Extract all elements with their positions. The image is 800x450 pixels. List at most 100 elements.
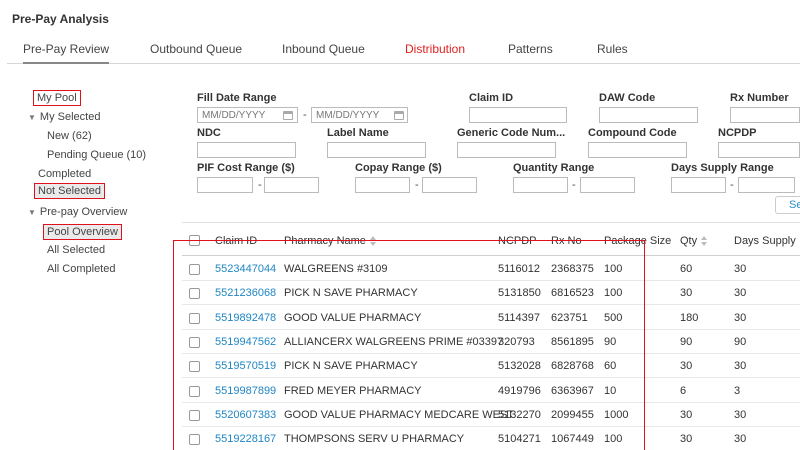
package-size-cell: 500 <box>604 311 623 324</box>
days-supply-max-input[interactable] <box>738 177 795 193</box>
tab-inbound-queue[interactable]: Inbound Queue <box>282 42 365 56</box>
table-row[interactable]: 5521236068 PICK N SAVE PHARMACY 5131850 681… <box>182 281 800 306</box>
rx-number-label: Rx Number <box>730 92 789 104</box>
sidebar-item-label: My Selected <box>39 111 101 123</box>
tab-rules[interactable]: Rules <box>597 42 628 56</box>
table-row[interactable]: 5520607383 GOOD VALUE PHARMACY MEDCARE WE… <box>182 403 800 427</box>
table-row[interactable]: 5519228167 THOMPSONS SERV U PHARMACY 51042… <box>182 427 800 450</box>
sort-icon[interactable] <box>701 236 708 247</box>
range-dash: - <box>303 109 307 121</box>
claim-id-link[interactable]: 5523447044 <box>215 263 276 275</box>
quantity-max-input[interactable] <box>580 177 635 193</box>
label-name-input[interactable] <box>327 142 426 158</box>
range-dash: - <box>258 179 262 191</box>
claim-id-link[interactable]: 5519570519 <box>215 360 276 372</box>
qty-cell: 30 <box>680 433 693 446</box>
table-row[interactable]: 5523447044 WALGREENS #3109 5116012 2368375 1… <box>182 257 800 281</box>
sidebar-item-all-selected[interactable]: All Selected <box>47 244 105 256</box>
ncpdp-cell: 5114397 <box>498 311 541 324</box>
sidebar-item-label: Pre-pay Overview <box>39 206 128 218</box>
page-title: Pre-Pay Analysis <box>12 12 109 26</box>
copay-max-input[interactable] <box>422 177 477 193</box>
range-dash: - <box>730 179 734 191</box>
sidebar-item-completed[interactable]: Completed <box>38 168 91 180</box>
column-header-claim-id[interactable]: Claim ID <box>215 235 257 247</box>
quantity-min-input[interactable] <box>513 177 568 193</box>
tab-pre-pay-review[interactable]: Pre-Pay Review <box>23 42 110 64</box>
row-checkbox[interactable] <box>189 385 200 397</box>
claim-id-link[interactable]: 5520607383 <box>215 409 276 421</box>
column-header-pharmacy-name[interactable]: Pharmacy Name <box>284 235 377 247</box>
tab-patterns[interactable]: Patterns <box>508 42 553 56</box>
select-all-checkbox[interactable] <box>189 235 200 246</box>
claim-id-link[interactable]: 5519892478 <box>215 312 276 324</box>
rx-number-input[interactable] <box>730 107 800 123</box>
fill-date-range-label: Fill Date Range <box>197 92 277 104</box>
claim-id-link[interactable]: 5519947562 <box>215 336 276 348</box>
qty-cell: 180 <box>680 311 699 324</box>
days-supply-min-input[interactable] <box>671 177 726 193</box>
row-checkbox[interactable] <box>189 264 200 275</box>
column-header-label: Pharmacy Name <box>284 235 366 247</box>
days-supply-cell: 30 <box>734 311 747 324</box>
sidebar-item-my-selected[interactable]: ▼ My Selected <box>28 111 100 123</box>
rx-no-cell: 623751 <box>551 311 588 324</box>
sidebar-item-prepay-overview[interactable]: ▼ Pre-pay Overview <box>28 206 127 218</box>
tab-distribution[interactable]: Distribution <box>405 42 465 56</box>
sidebar-item-pending-queue[interactable]: Pending Queue (10) <box>47 149 146 161</box>
column-header-days-supply[interactable]: Days Supply <box>734 235 796 247</box>
days-supply-cell: 30 <box>734 433 747 446</box>
pif-cost-max-input[interactable] <box>264 177 319 193</box>
row-checkbox[interactable] <box>189 409 200 421</box>
pharmacy-name-cell: WALGREENS #3109 <box>284 263 388 275</box>
table-row[interactable]: 5519570519 PICK N SAVE PHARMACY 5132028 682… <box>182 354 800 379</box>
caret-down-icon: ▼ <box>28 208 36 217</box>
sort-icon[interactable] <box>369 236 377 247</box>
calendar-icon[interactable] <box>283 111 293 120</box>
claim-id-link[interactable]: 5519228167 <box>215 433 276 445</box>
pharmacy-name-cell: GOOD VALUE PHARMACY <box>284 311 422 324</box>
ncpdp-cell: 5132028 <box>498 360 541 373</box>
row-checkbox[interactable] <box>189 361 200 373</box>
row-checkbox[interactable] <box>189 434 200 446</box>
copay-min-input[interactable] <box>355 177 410 193</box>
sidebar-item-pool-overview[interactable]: Pool Overview <box>43 224 122 240</box>
sidebar-item-new[interactable]: New (62) <box>47 130 92 142</box>
range-dash: - <box>572 179 576 191</box>
row-checkbox[interactable] <box>189 312 200 324</box>
table-row[interactable]: 5519892478 GOOD VALUE PHARMACY 5114397 6237… <box>182 306 800 330</box>
package-size-cell: 100 <box>604 263 623 275</box>
claim-id-link[interactable]: 5519987899 <box>215 385 276 397</box>
sidebar-item-all-completed[interactable]: All Completed <box>47 263 115 275</box>
rx-no-cell: 6828768 <box>551 360 594 373</box>
ndc-input[interactable] <box>197 142 296 158</box>
quantity-range-label: Quantity Range <box>513 162 595 174</box>
claim-id-input[interactable] <box>469 107 567 123</box>
ncpdp-cell: 4919796 <box>498 384 541 397</box>
calendar-icon[interactable] <box>394 111 404 120</box>
claim-id-link[interactable]: 5521236068 <box>215 287 276 299</box>
ncpdp-input[interactable] <box>718 142 800 158</box>
claim-id-label: Claim ID <box>469 92 514 104</box>
package-size-cell: 100 <box>604 287 623 300</box>
pif-cost-min-input[interactable] <box>197 177 253 193</box>
compound-code-label: Compound Code <box>588 127 677 139</box>
column-header-ncpdp[interactable]: NCPDP <box>498 235 537 247</box>
ncpdp-label: NCPDP <box>718 127 757 139</box>
search-button[interactable]: Se <box>775 196 800 214</box>
daw-code-input[interactable] <box>599 107 698 123</box>
column-header-rx-no[interactable]: Rx No <box>551 235 582 247</box>
column-header-package-size[interactable]: Package Size <box>604 235 671 247</box>
table-row[interactable]: 5519947562 ALLIANCERX WALGREENS PRIME #03… <box>182 330 800 354</box>
sidebar-item-my-pool[interactable]: My Pool <box>33 90 81 106</box>
sidebar-item-not-selected[interactable]: Not Selected <box>34 183 105 199</box>
row-checkbox[interactable] <box>189 336 200 348</box>
column-header-qty[interactable]: Qty <box>680 235 708 247</box>
tab-outbound-queue[interactable]: Outbound Queue <box>150 42 242 56</box>
qty-cell: 60 <box>680 263 693 275</box>
tab-bar: Pre-Pay Review Outbound Queue Inbound Qu… <box>7 40 800 64</box>
row-checkbox[interactable] <box>189 288 200 300</box>
generic-code-input[interactable] <box>457 142 556 158</box>
compound-code-input[interactable] <box>588 142 687 158</box>
table-row[interactable]: 5519987899 FRED MEYER PHARMACY 4919796 6363… <box>182 379 800 403</box>
